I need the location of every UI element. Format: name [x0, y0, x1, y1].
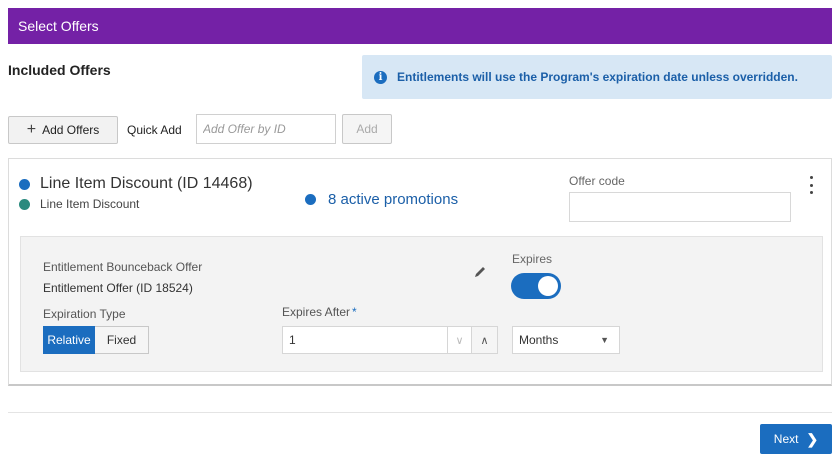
- info-icon: i: [374, 70, 387, 84]
- type-dot-icon: [19, 198, 30, 210]
- offer-subtitle: Line Item Discount: [40, 197, 140, 211]
- edit-pencil-icon[interactable]: [473, 265, 487, 279]
- page-title: Select Offers: [18, 18, 99, 34]
- next-button[interactable]: Next ❯: [760, 424, 832, 454]
- offer-title-row: Line Item Discount (ID 14468): [19, 175, 253, 193]
- section-title: Included Offers: [8, 62, 111, 78]
- expires-after-text: Expires After: [282, 305, 351, 319]
- toggle-knob: [538, 276, 558, 296]
- quick-add-label: Quick Add: [127, 123, 182, 137]
- footer-divider: [8, 412, 832, 413]
- entitlement-label: Entitlement Bounceback Offer: [43, 260, 203, 274]
- active-promotions-link[interactable]: 8 active promotions: [305, 191, 458, 208]
- duration-unit-value: Months: [519, 333, 559, 347]
- duration-unit-select[interactable]: Months ▼: [512, 326, 620, 354]
- expiration-type-toggle: Relative Fixed: [43, 326, 149, 354]
- status-dot-icon: [19, 178, 30, 190]
- offer-code-input[interactable]: [569, 192, 791, 222]
- expires-after-input[interactable]: 1: [282, 326, 448, 354]
- expiration-type-label: Expiration Type: [43, 307, 126, 321]
- entitlement-value: Entitlement Offer (ID 18524): [43, 281, 193, 295]
- chevron-right-icon: ❯: [806, 430, 819, 447]
- increment-icon[interactable]: ∧: [472, 326, 498, 354]
- promotions-dot-icon: [305, 194, 316, 205]
- quick-add-input[interactable]: [196, 114, 336, 144]
- info-banner: i Entitlements will use the Program's ex…: [362, 55, 832, 99]
- offer-title: Line Item Discount (ID 14468): [40, 175, 253, 192]
- add-offers-button[interactable]: + Add Offers: [8, 116, 118, 144]
- expires-after-label: Expires After *: [282, 305, 357, 319]
- add-offers-label: Add Offers: [42, 123, 100, 137]
- offer-card: Line Item Discount (ID 14468) Line Item …: [8, 158, 832, 386]
- fixed-option[interactable]: Fixed: [95, 326, 149, 354]
- expires-label: Expires: [512, 252, 553, 266]
- next-label: Next: [773, 432, 799, 446]
- entitlement-panel: Entitlement Bounceback Offer Entitlement…: [20, 236, 823, 372]
- relative-option[interactable]: Relative: [43, 326, 95, 354]
- active-promotions-text: 8 active promotions: [328, 191, 459, 208]
- required-marker: *: [352, 305, 357, 319]
- info-text: Entitlements will use the Program's expi…: [397, 70, 798, 84]
- plus-icon: +: [26, 121, 37, 138]
- more-options-icon[interactable]: [805, 173, 817, 197]
- decrement-icon[interactable]: ∨: [448, 326, 472, 354]
- offer-code-label: Offer code: [569, 174, 625, 188]
- page-header: Select Offers: [8, 8, 832, 44]
- add-button[interactable]: Add: [342, 114, 392, 144]
- expires-toggle[interactable]: [511, 273, 561, 299]
- caret-down-icon: ▼: [600, 335, 609, 345]
- offer-subtitle-row: Line Item Discount: [19, 197, 139, 211]
